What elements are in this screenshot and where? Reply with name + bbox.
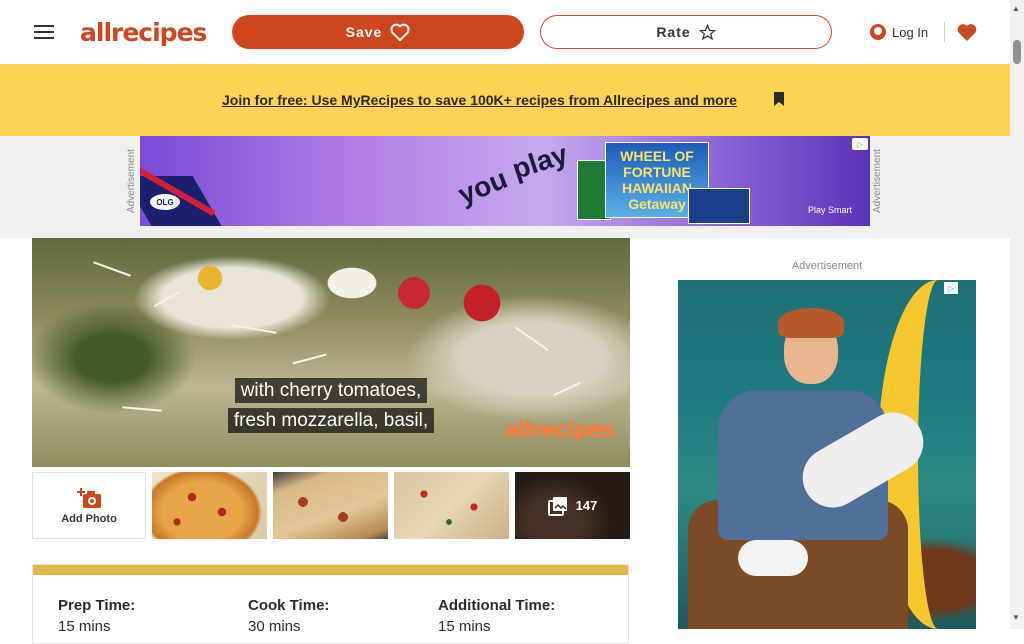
ad-slogan-word: you <box>453 162 512 211</box>
ad-footer-text: Play Smart <box>808 205 853 215</box>
rate-label: Rate <box>656 24 691 40</box>
cheese-shred <box>153 290 181 308</box>
side-ad-label: Advertisement <box>791 260 863 272</box>
signup-banner-link[interactable]: Join for free: Use MyRecipes to save 100… <box>222 92 737 108</box>
cheese-shred <box>232 324 277 334</box>
prep-time: Prep Time: 15 mins <box>58 597 135 635</box>
cheese-shred <box>292 353 327 365</box>
more-photos-button[interactable]: 147 <box>515 472 630 539</box>
adchoices-icon[interactable]: ▷ <box>944 282 958 294</box>
recipe-details-card: Prep Time: 15 mins Cook Time: 30 mins Ad… <box>32 564 629 644</box>
star-icon <box>698 23 716 40</box>
menu-line <box>34 37 54 39</box>
ad-label-left: Advertisement <box>126 149 137 213</box>
detail-value: 15 mins <box>438 618 491 635</box>
photo-gallery-icon <box>547 496 567 516</box>
video-caption-line: with cherry tomatoes, <box>32 378 630 403</box>
add-photo-button[interactable]: Add Photo <box>32 472 146 539</box>
detail-value: 30 mins <box>248 618 301 635</box>
photo-count: 147 <box>547 496 598 516</box>
detail-label: Additional Time: <box>438 597 556 614</box>
add-camera-icon <box>77 487 101 508</box>
page-scrollbar[interactable] <box>1010 0 1024 629</box>
card-accent-bar <box>33 565 628 575</box>
detail-value: 15 mins <box>58 618 111 635</box>
photo-thumbnail[interactable] <box>273 472 388 539</box>
my-recipes-button[interactable] <box>956 20 978 44</box>
bookmark-icon <box>774 92 784 106</box>
login-label: Log In <box>892 24 929 40</box>
logo-text: allrecipes <box>80 17 207 47</box>
cheese-shred <box>92 261 132 277</box>
menu-line <box>34 31 54 33</box>
ad-person-hair <box>778 308 844 338</box>
user-icon <box>870 24 886 40</box>
heart-badge-icon <box>957 24 977 41</box>
additional-time: Additional Time: 15 mins <box>438 597 555 635</box>
scrollbar-thumb[interactable] <box>1013 40 1021 64</box>
scroll-down-arrow-icon[interactable]: ▼ <box>1012 613 1020 622</box>
ad-ticket-image <box>688 188 750 224</box>
save-label: Save <box>345 24 383 40</box>
add-photo-label: Add Photo <box>61 512 117 525</box>
photo-strip: Add Photo 147 <box>32 472 630 539</box>
photo-count-number: 147 <box>575 498 598 513</box>
ad-slogan-word: play <box>508 138 572 185</box>
ad-person-shoe <box>738 540 808 576</box>
photo-thumbnail[interactable] <box>152 472 267 539</box>
banner-close-button[interactable] <box>772 88 786 110</box>
scroll-up-arrow-icon[interactable]: ▲ <box>1012 4 1020 13</box>
save-button[interactable]: Save <box>232 15 524 49</box>
leaderboard-ad[interactable]: OLG you play WHEEL OF FORTUNE HAWAIIAN G… <box>140 136 870 226</box>
cook-time: Cook Time: 30 mins <box>248 597 329 635</box>
ad-brand-logo: OLG <box>150 194 180 210</box>
cheese-shred <box>515 326 549 352</box>
heart-icon <box>390 23 410 41</box>
video-watermark: allrecipes <box>504 418 615 443</box>
detail-label: Prep Time: <box>58 597 136 614</box>
rate-button[interactable]: Rate <box>540 15 832 49</box>
login-link[interactable]: Log In <box>870 22 928 42</box>
site-logo[interactable]: allrecipes <box>80 15 208 49</box>
sidebar-ad[interactable]: ▷ <box>678 280 976 629</box>
hamburger-menu-button[interactable] <box>30 18 58 46</box>
photo-thumbnail[interactable] <box>394 472 509 539</box>
header-divider <box>944 22 945 42</box>
ad-label-right: Advertisement <box>872 149 883 213</box>
recipe-video[interactable]: with cherry tomatoes, fresh mozzarella, … <box>32 238 630 467</box>
menu-line <box>34 25 54 27</box>
adchoices-icon[interactable]: ▷ <box>852 138 868 150</box>
detail-label: Cook Time: <box>248 597 330 614</box>
